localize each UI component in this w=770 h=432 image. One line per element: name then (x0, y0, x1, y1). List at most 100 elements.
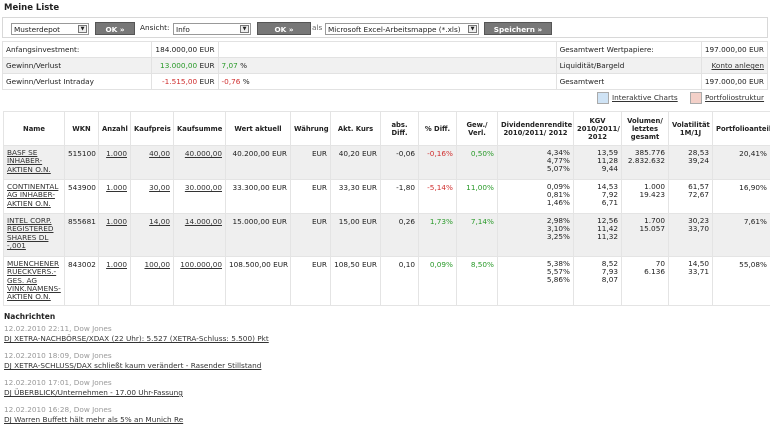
column-header[interactable]: Volatilität 1M/1J (669, 112, 713, 146)
news-link[interactable]: DJ XETRA-NACHBÖRSE/XDAX (22 Uhr): 5.527 … (4, 334, 269, 344)
waehrung-cell-value: EUR (312, 260, 327, 269)
volatilitaet-cell: 28,5339,24 (669, 146, 713, 180)
kurs-cell: 108,50 EUR (331, 257, 381, 306)
anzahl-cell: 1.000 (99, 257, 131, 306)
volumen-cell-line: 19.423 (625, 191, 665, 199)
ok-depot-button[interactable]: OK » (95, 22, 135, 35)
anzahl-cell: 1.000 (99, 214, 131, 257)
konto-anlegen-link[interactable]: Konto anlegen (711, 61, 764, 70)
chevron-down-icon: ▼ (468, 25, 477, 33)
value: -1.515,00 (162, 77, 197, 86)
kaufpreis-cell-value[interactable]: 40,00 (149, 149, 170, 158)
news-link[interactable]: DJ ÜBERBLICK/Unternehmen - 17.00 Uhr-Fas… (4, 388, 269, 398)
waehrung-cell: EUR (291, 146, 331, 180)
anteil-cell: 55,08% (713, 257, 770, 306)
kaufsumme-cell: 40.000,00 (174, 146, 226, 180)
kurs-cell-value: 33,30 EUR (339, 183, 377, 192)
summary-value: -1.515,00 EUR (152, 74, 218, 90)
wkn-cell-value: 843002 (68, 260, 96, 269)
ok-view-button[interactable]: OK » (257, 22, 311, 35)
kaufsumme-cell-value[interactable]: 14.000,00 (185, 217, 222, 226)
anteil-cell: 16,90% (713, 180, 770, 214)
name-cell: BASF SE INHABER-AKTIEN O.N. (4, 146, 65, 180)
kaufpreis-cell: 30,00 (131, 180, 174, 214)
wkn-cell: 843002 (65, 257, 99, 306)
name-cell-value[interactable]: BASF SE INHABER-AKTIEN O.N. (7, 148, 51, 174)
kaufsumme-cell-value[interactable]: 30.000,00 (185, 183, 222, 192)
column-header[interactable]: KGV 2010/2011/ 2012 (574, 112, 622, 146)
table-header: NameWKNAnzahlKaufpreisKaufsummeWert aktu… (4, 112, 770, 146)
als-label: als (312, 23, 322, 32)
column-header[interactable]: Währung (291, 112, 331, 146)
wkn-cell: 515100 (65, 146, 99, 180)
news-link[interactable]: DJ Warren Buffett hält mehr als 5% an Mu… (4, 415, 269, 425)
pct-diff-cell: 1,73% (419, 214, 457, 257)
depot-select[interactable]: Musterdepot▼ (11, 23, 89, 35)
waehrung-cell-value: EUR (312, 183, 327, 192)
view-select[interactable]: Info▼ (173, 23, 251, 35)
news-link[interactable]: DJ XETRA-SCHLUSS/DAX schließt kaum verän… (4, 361, 269, 371)
kaufsumme-cell-value[interactable]: 40.000,00 (185, 149, 222, 158)
volatilitaet-cell: 30,2333,70 (669, 214, 713, 257)
column-header[interactable]: Portfolioanteil (713, 112, 770, 146)
interactive-charts-link[interactable]: Interaktive Charts (612, 93, 678, 102)
anzahl-cell-value[interactable]: 1.000 (106, 149, 127, 158)
column-header[interactable]: Wert aktuell (226, 112, 291, 146)
unit: EUR (200, 77, 215, 86)
summary-right-label: Gesamtwert (556, 74, 701, 90)
volumen-cell: 1.70015.057 (622, 214, 669, 257)
pct-diff-cell-value: -5,14% (427, 183, 453, 192)
summary-pct: -0,76 % (218, 74, 556, 90)
anzahl-cell: 1.000 (99, 146, 131, 180)
anteil-cell-value: 55,08% (739, 260, 767, 269)
kurs-cell-value: 40,20 EUR (339, 149, 377, 158)
volumen-cell: 1.00019.423 (622, 180, 669, 214)
summary-right-value: 197.000,00 EUR (701, 74, 767, 90)
news-date: 12.02.2010 18:09, Dow Jones (4, 351, 269, 361)
wert-cell-value: 15.000,00 EUR (233, 217, 287, 226)
page-title: Meine Liste (4, 3, 59, 13)
unit: EUR (200, 61, 215, 70)
pct-unit: % (240, 61, 247, 70)
anzahl-cell-value[interactable]: 1.000 (106, 183, 127, 192)
column-header[interactable]: abs. Diff. (381, 112, 419, 146)
column-header[interactable]: Dividendenrendite 2010/2011/ 2012 (498, 112, 574, 146)
column-header[interactable]: Akt. Kurs (331, 112, 381, 146)
save-button[interactable]: Speichern » (484, 22, 552, 35)
column-header[interactable]: % Diff. (419, 112, 457, 146)
abs-diff-cell-value: 0,10 (399, 260, 415, 269)
news-date: 12.02.2010 17:01, Dow Jones (4, 378, 269, 388)
kaufpreis-cell-value[interactable]: 100,00 (144, 260, 170, 269)
table-row: INTEL CORP. REGISTERED SHARES DL -,00185… (4, 214, 770, 257)
column-header[interactable]: Kaufpreis (131, 112, 174, 146)
column-header[interactable]: Anzahl (99, 112, 131, 146)
action-links: Interaktive Charts Portfoliostruktur (597, 92, 770, 106)
name-cell-value[interactable]: MUENCHENER RUECKVERS.-GES. AG VINK.NAMEN… (7, 259, 61, 301)
gew-verl-cell-value: 8,50% (471, 260, 494, 269)
column-header[interactable]: Kaufsumme (174, 112, 226, 146)
anzahl-cell-value[interactable]: 1.000 (106, 260, 127, 269)
wkn-cell-value: 543900 (68, 183, 96, 192)
div-cell-line: 3,25% (501, 233, 570, 241)
kaufpreis-cell-value[interactable]: 30,00 (149, 183, 170, 192)
anzahl-cell-value[interactable]: 1.000 (106, 217, 127, 226)
column-header[interactable]: Name (4, 112, 65, 146)
pct-diff-cell: -0,16% (419, 146, 457, 180)
kaufpreis-cell: 14,00 (131, 214, 174, 257)
column-header[interactable]: Volumen/ letztes gesamt (622, 112, 669, 146)
kurs-cell: 33,30 EUR (331, 180, 381, 214)
news-date: 12.02.2010 16:28, Dow Jones (4, 405, 269, 415)
name-cell-value[interactable]: INTEL CORP. REGISTERED SHARES DL -,001 (7, 216, 54, 250)
depot-value: Musterdepot (14, 25, 60, 34)
waehrung-cell: EUR (291, 214, 331, 257)
column-header[interactable]: WKN (65, 112, 99, 146)
portfoliostruktur-link[interactable]: Portfoliostruktur (705, 93, 764, 102)
div-cell-line: 5,07% (501, 165, 570, 173)
kaufsumme-cell: 100.000,00 (174, 257, 226, 306)
name-cell-value[interactable]: CONTINENTAL AG INHABER-AKTIEN O.N. (7, 182, 58, 208)
format-select[interactable]: Microsoft Excel-Arbeitsmappe (*.xls)▼ (325, 23, 479, 35)
summary-table: Anfangsinvestment: 184.000,00 EUR Gesamt… (2, 41, 768, 90)
kaufsumme-cell-value[interactable]: 100.000,00 (180, 260, 222, 269)
kaufpreis-cell-value[interactable]: 14,00 (149, 217, 170, 226)
column-header[interactable]: Gew./ Verl. (457, 112, 498, 146)
